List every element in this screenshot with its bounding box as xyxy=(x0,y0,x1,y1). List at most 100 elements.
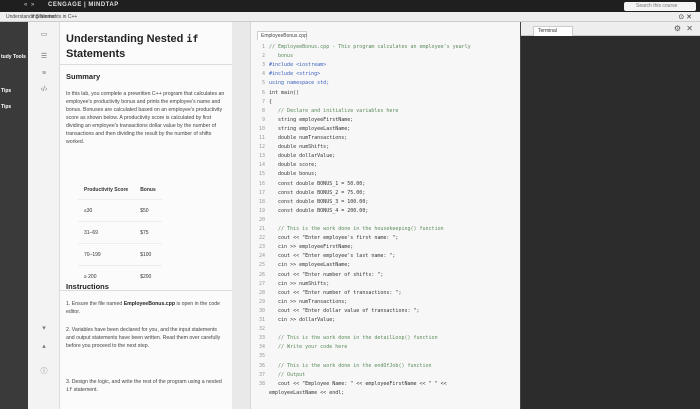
code-line[interactable]: const double BONUS_1 = 50.00; xyxy=(269,181,365,187)
code-icon[interactable]: ‹/› xyxy=(38,86,50,93)
line-number: 21 xyxy=(258,226,265,232)
gear-icon[interactable]: ⚙ xyxy=(674,24,681,33)
tab-terminal[interactable]: Terminal xyxy=(533,26,573,36)
code-line[interactable]: { xyxy=(269,99,272,105)
table-row: 31–69 $75 xyxy=(78,221,162,244)
list-icon[interactable]: ≡ xyxy=(38,70,50,77)
line-number: 4 xyxy=(261,71,265,78)
line-number: 24 xyxy=(258,253,265,260)
line-number: 13 xyxy=(258,153,265,160)
code-line[interactable]: int main() xyxy=(269,90,299,96)
line-number: 12 xyxy=(258,144,265,151)
nav-item-tips-2[interactable]: Tips xyxy=(1,104,11,110)
code-line[interactable]: using namespace std; xyxy=(269,80,329,86)
code-line[interactable]: double numShifts; xyxy=(269,144,329,150)
info-icon[interactable]: ⓘ xyxy=(38,366,50,376)
code-line[interactable]: // This is the work done in the detailLo… xyxy=(269,335,438,341)
line-number: 37 xyxy=(258,371,265,378)
code-line[interactable]: double score; xyxy=(269,162,317,168)
code-line[interactable]: // EmployeeBonus.cpp - This program calc… xyxy=(269,44,471,50)
code-line[interactable]: // Declare and initialize variables here xyxy=(269,108,398,114)
close-icon[interactable]: ⊙ ✕ xyxy=(678,13,692,21)
line-number: 27 xyxy=(258,280,265,287)
code-line[interactable]: const double BONUS_3 = 100.00; xyxy=(269,199,368,205)
code-line[interactable]: #include <string> xyxy=(269,71,320,77)
thumbs-up-icon[interactable]: ▴ xyxy=(38,342,50,350)
line-number: 11 xyxy=(258,135,265,141)
line-number: 18 xyxy=(258,198,265,205)
terminal-header: Terminal ⚙ ✕ xyxy=(521,22,700,36)
line-number: 29 xyxy=(258,298,265,305)
code-line[interactable]: // This is the work done in the endOfJob… xyxy=(269,363,432,369)
code-line[interactable]: cin >> dollarValue; xyxy=(269,317,335,323)
code-line[interactable]: string employeeLastName; xyxy=(269,126,350,132)
code-line[interactable]: #include <iostream> xyxy=(269,62,326,68)
instruction-item-2: 2. Variables have been declared for you,… xyxy=(66,327,221,349)
code-line[interactable]: employeeLastName << endl; xyxy=(269,390,344,396)
nav-item-tips[interactable]: Tips xyxy=(1,88,11,94)
code-line[interactable]: string employeeFirstName; xyxy=(269,117,353,123)
line-number: 8 xyxy=(261,107,265,114)
nav-arrows[interactable]: « » xyxy=(24,2,35,8)
code-line[interactable]: cin >> employeeFirstName; xyxy=(269,244,353,250)
lesson-panel: Understanding Nested if Statements Summa… xyxy=(60,22,232,409)
line-number: 26 xyxy=(258,271,265,278)
code-line[interactable]: double bonus; xyxy=(269,171,317,177)
left-nav: tudy Tools Tips Tips xyxy=(0,22,28,409)
nav-item-study-tools[interactable]: tudy Tools xyxy=(1,54,26,60)
code-line[interactable]: // This is the work done in the housekee… xyxy=(269,226,444,232)
code-line[interactable]: bonus xyxy=(269,53,293,59)
line-number: 35 xyxy=(258,353,265,360)
code-editor[interactable]: EmployeeBonus.cpp 1 // EmployeeBonus.cpp … xyxy=(250,22,520,409)
bonus-table: Productivity Score Bonus ≤30 $50 31–69 $… xyxy=(78,187,162,288)
line-number: 33 xyxy=(258,335,265,342)
code-line[interactable]: cout << "Employee Name: " << employeeFir… xyxy=(269,381,447,387)
code-line[interactable]: // Output xyxy=(269,372,305,378)
line-number: 5 xyxy=(261,80,265,87)
code-line[interactable]: double dollarValue; xyxy=(269,153,335,159)
breadcrumb: Understanding Nested if Statements in C+… xyxy=(0,12,700,22)
terminal-panel[interactable]: Terminal ⚙ ✕ xyxy=(520,22,700,409)
divider xyxy=(60,64,232,65)
line-number: 34 xyxy=(258,344,265,351)
line-number: 9 xyxy=(261,116,265,123)
instructions-heading: Instructions xyxy=(66,282,109,291)
line-number: 1 xyxy=(261,44,265,50)
line-number: 31 xyxy=(258,317,265,323)
summary-text: In this lab, you complete a prewritten C… xyxy=(66,91,225,145)
code-line[interactable]: cin >> numShifts; xyxy=(269,281,329,287)
instruction-item-1: 1. Ensure the file named EmployeeBonus.c… xyxy=(66,301,220,315)
code-line[interactable]: cout << "Enter number of shifts: "; xyxy=(269,272,383,278)
editor-tab[interactable]: EmployeeBonus.cpp xyxy=(257,31,307,40)
code-line[interactable]: cout << "Enter dollar value of transacti… xyxy=(269,308,420,314)
code-line[interactable]: cout << "Enter number of transactions: "… xyxy=(269,290,401,296)
table-row: ≤30 $50 xyxy=(78,199,162,222)
panel-gutter xyxy=(232,22,250,409)
search-input[interactable]: Search this course xyxy=(624,2,696,11)
brand-logo: CENGAGE | MINDTAP xyxy=(48,2,119,8)
code-area[interactable]: 1 // EmployeeBonus.cpp - This program cal… xyxy=(251,42,521,409)
line-number: 7 xyxy=(261,98,265,105)
code-line[interactable]: cin >> numTransactions; xyxy=(269,299,347,305)
code-line[interactable]: const double BONUS_2 = 75.00; xyxy=(269,190,365,196)
tool-icon-column: ▭ ☰ ≡ ‹/› ▾ ▴ ⓘ xyxy=(28,22,60,409)
code-line[interactable]: double numTransactions; xyxy=(269,135,347,141)
code-line[interactable]: cout << "Enter employee's first name: "; xyxy=(269,235,398,241)
line-number: 25 xyxy=(258,262,265,269)
table-row: 70–199 $100 xyxy=(78,243,162,266)
code-line[interactable]: cout << "Enter employee's last name: "; xyxy=(269,253,395,259)
code-line[interactable]: const double BONUS_4 = 200.00; xyxy=(269,208,368,214)
bookmark-icon[interactable]: ▭ xyxy=(38,30,50,38)
line-number: 20 xyxy=(258,216,265,223)
app-top-bar: « » CENGAGE | MINDTAP Search this course xyxy=(0,0,700,12)
grid-icon[interactable]: ☰ xyxy=(38,52,50,60)
close-icon[interactable]: ✕ xyxy=(686,24,693,33)
line-number: 16 xyxy=(258,180,265,187)
line-number: 15 xyxy=(258,171,265,178)
code-line[interactable]: // Write your code here xyxy=(269,344,347,350)
thumbs-down-icon[interactable]: ▾ xyxy=(38,324,50,332)
breadcrumb-item[interactable]: if Statements in C++ xyxy=(32,14,77,20)
code-line[interactable]: cin >> employeeLastName; xyxy=(269,262,350,268)
line-number: 3 xyxy=(261,62,265,69)
summary-heading: Summary xyxy=(66,72,101,81)
